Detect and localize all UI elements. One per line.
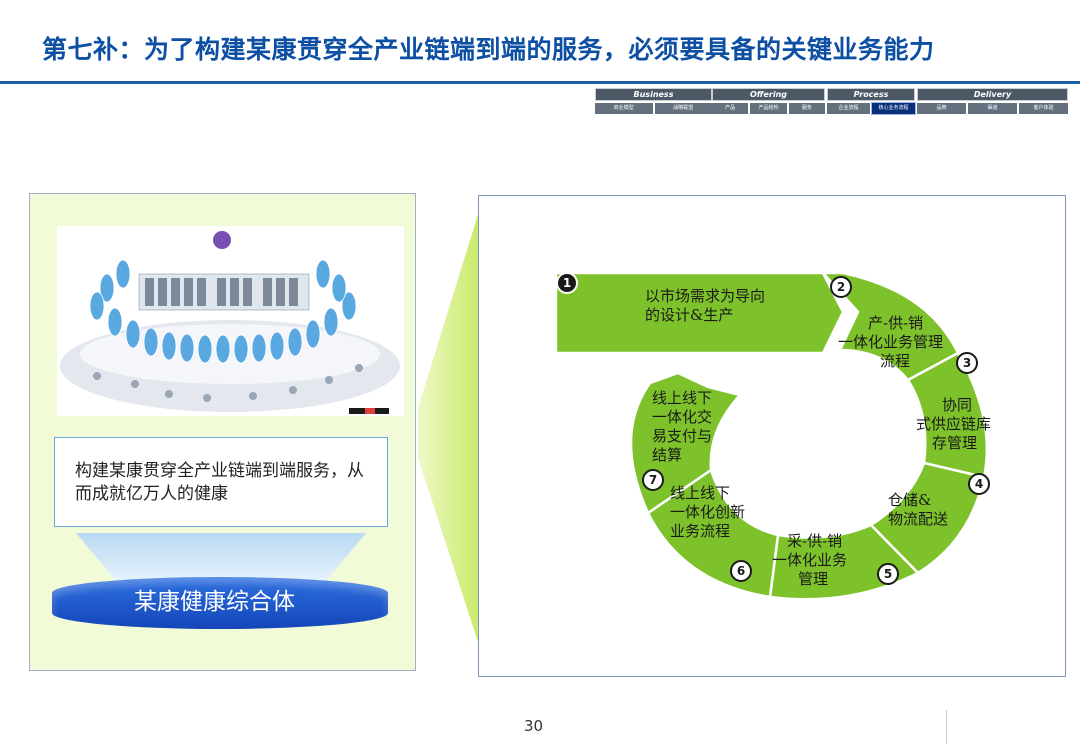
nav-item-channel[interactable]: 渠道 (968, 103, 1017, 114)
step-badge-4: 4 (968, 473, 990, 495)
nav-item-brand[interactable]: 品牌 (917, 103, 966, 114)
title-divider (0, 81, 1080, 84)
platform-label: 某康健康综合体 (134, 589, 295, 615)
nav-item-strategic-alliance[interactable]: 战略联盟 (654, 103, 712, 114)
segment-1-line-2: 的设计&生产 (645, 306, 734, 324)
step-badge-3: 3 (956, 352, 978, 374)
segment-6-line-2: 一体化创新 (670, 503, 746, 521)
segment-7-line-4: 结算 (652, 446, 683, 464)
nav-item-business-model[interactable]: 商业模型 (595, 103, 653, 114)
page-title: 第七补：为了构建某康贯穿全产业链端到端的服务，必须要具备的关键业务能力 (42, 35, 935, 64)
nav-group-offering[interactable]: Offering 产品 产品结构 服务 (712, 88, 825, 116)
nav-group-label[interactable]: Delivery (917, 88, 1068, 101)
nav-item-core-process[interactable]: 核心业务流程 (871, 102, 916, 115)
segment-2-line-2: 一体化业务管理 (838, 333, 944, 351)
funnel-shape (76, 533, 366, 581)
nav-group-business[interactable]: Business 商业模型 战略联盟 (595, 88, 712, 116)
nav-item-customer-experience[interactable]: 客户体验 (1019, 103, 1068, 114)
nav-group-label[interactable]: Offering (712, 88, 825, 101)
segment-2-line-1: 产-供-销 (868, 314, 924, 332)
segment-4-line-1: 仓储& (888, 491, 932, 509)
nav-item-service[interactable]: 服务 (788, 103, 825, 114)
page-number: 30 (524, 717, 544, 735)
segment-7-line-1: 线上线下 (652, 389, 713, 407)
process-cycle-diagram (554, 271, 989, 601)
segment-6-line-3: 业务流程 (670, 522, 731, 540)
segment-3-line-1: 协同 (942, 396, 973, 414)
nav-group-delivery[interactable]: Delivery 品牌 渠道 客户体验 (917, 88, 1068, 116)
step-badge-2: 2 (830, 276, 852, 298)
nav-item-product[interactable]: 产品 (712, 103, 749, 114)
footer-divider (946, 710, 947, 744)
step-badge-1: 1 (556, 272, 578, 294)
ecosystem-diagram-image (57, 226, 404, 416)
segment-5-line-2: 一体化业务 (772, 551, 848, 569)
nav-group-label[interactable]: Process (827, 88, 915, 101)
connector-wedge (418, 208, 480, 648)
segment-5-line-1: 采-供-销 (787, 532, 843, 550)
segment-1-line-1: 以市场需求为导向 (645, 287, 766, 305)
segment-3-line-3: 存管理 (932, 434, 978, 452)
nav-group-label[interactable]: Business (595, 88, 712, 101)
segment-5-line-3: 管理 (798, 570, 829, 588)
segment-7-line-2: 一体化交 (652, 408, 713, 426)
framework-nav: Business 商业模型 战略联盟 Offering 产品 产品结构 服务 P… (595, 88, 1068, 116)
segment-7-line-3: 易支付与 (652, 427, 713, 445)
nav-item-enterprise-process[interactable]: 企业流程 (827, 103, 870, 114)
segment-4-line-2: 物流配送 (888, 510, 949, 528)
step-badge-5: 5 (877, 563, 899, 585)
step-badge-7: 7 (642, 469, 664, 491)
segment-3-line-2: 式供应链库 (916, 415, 992, 433)
nav-item-product-structure[interactable]: 产品结构 (750, 103, 787, 114)
nav-group-process[interactable]: Process 企业流程 核心业务流程 (827, 88, 916, 116)
segment-2-line-3: 流程 (880, 352, 911, 370)
segment-6-line-1: 线上线下 (670, 484, 731, 502)
step-badge-6: 6 (730, 560, 752, 582)
caption-box: 构建某康贯穿全产业链端到端服务，从而成就亿万人的健康 (54, 437, 388, 527)
